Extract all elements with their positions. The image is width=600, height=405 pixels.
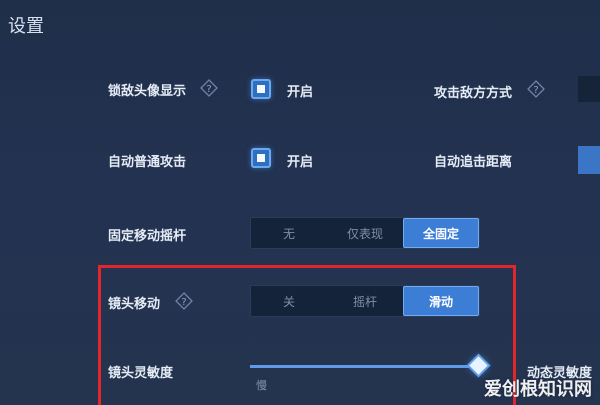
fixed-joystick-segmented: 无 仅表现 全固定 bbox=[250, 217, 480, 249]
attack-mode-label: 攻击敌方方式 bbox=[434, 86, 513, 101]
svg-text:?: ? bbox=[533, 85, 538, 96]
fixed-joystick-option-full[interactable]: 全固定 bbox=[403, 218, 479, 248]
sensitivity-slider-fill bbox=[250, 365, 479, 368]
help-icon[interactable]: ? bbox=[175, 292, 193, 310]
help-icon[interactable]: ? bbox=[527, 80, 545, 98]
fixed-joystick-label: 固定移动摇杆 bbox=[108, 229, 187, 244]
auto-attack-state: 开启 bbox=[287, 155, 314, 170]
watermark: 爱创根知识网 bbox=[484, 379, 592, 400]
camera-move-option-off[interactable]: 关 bbox=[251, 286, 327, 316]
lock-avatar-label: 锁敌头像显示 bbox=[108, 84, 187, 99]
auto-chase-label: 自动追击距离 bbox=[434, 155, 513, 170]
attack-mode-selector[interactable] bbox=[578, 76, 600, 102]
camera-move-segmented: 关 摇杆 滑动 bbox=[250, 285, 480, 317]
camera-sensitivity-label: 镜头灵敏度 bbox=[108, 366, 174, 381]
svg-text:?: ? bbox=[181, 297, 186, 308]
camera-move-label: 镜头移动 bbox=[108, 297, 161, 312]
auto-attack-label: 自动普通攻击 bbox=[108, 155, 187, 170]
camera-move-option-joystick[interactable]: 摇杆 bbox=[327, 286, 403, 316]
page-title: 设置 bbox=[8, 16, 44, 37]
auto-attack-checkbox[interactable] bbox=[251, 148, 271, 168]
svg-text:?: ? bbox=[206, 84, 211, 95]
fixed-joystick-option-none[interactable]: 无 bbox=[251, 218, 327, 248]
fixed-joystick-option-visual[interactable]: 仅表现 bbox=[327, 218, 403, 248]
camera-move-option-swipe[interactable]: 滑动 bbox=[403, 286, 479, 316]
sensitivity-min-label: 慢 bbox=[256, 379, 267, 392]
lock-avatar-checkbox[interactable] bbox=[251, 79, 271, 99]
lock-avatar-state: 开启 bbox=[287, 85, 314, 100]
help-icon[interactable]: ? bbox=[200, 79, 218, 97]
auto-chase-selector[interactable] bbox=[578, 146, 600, 174]
